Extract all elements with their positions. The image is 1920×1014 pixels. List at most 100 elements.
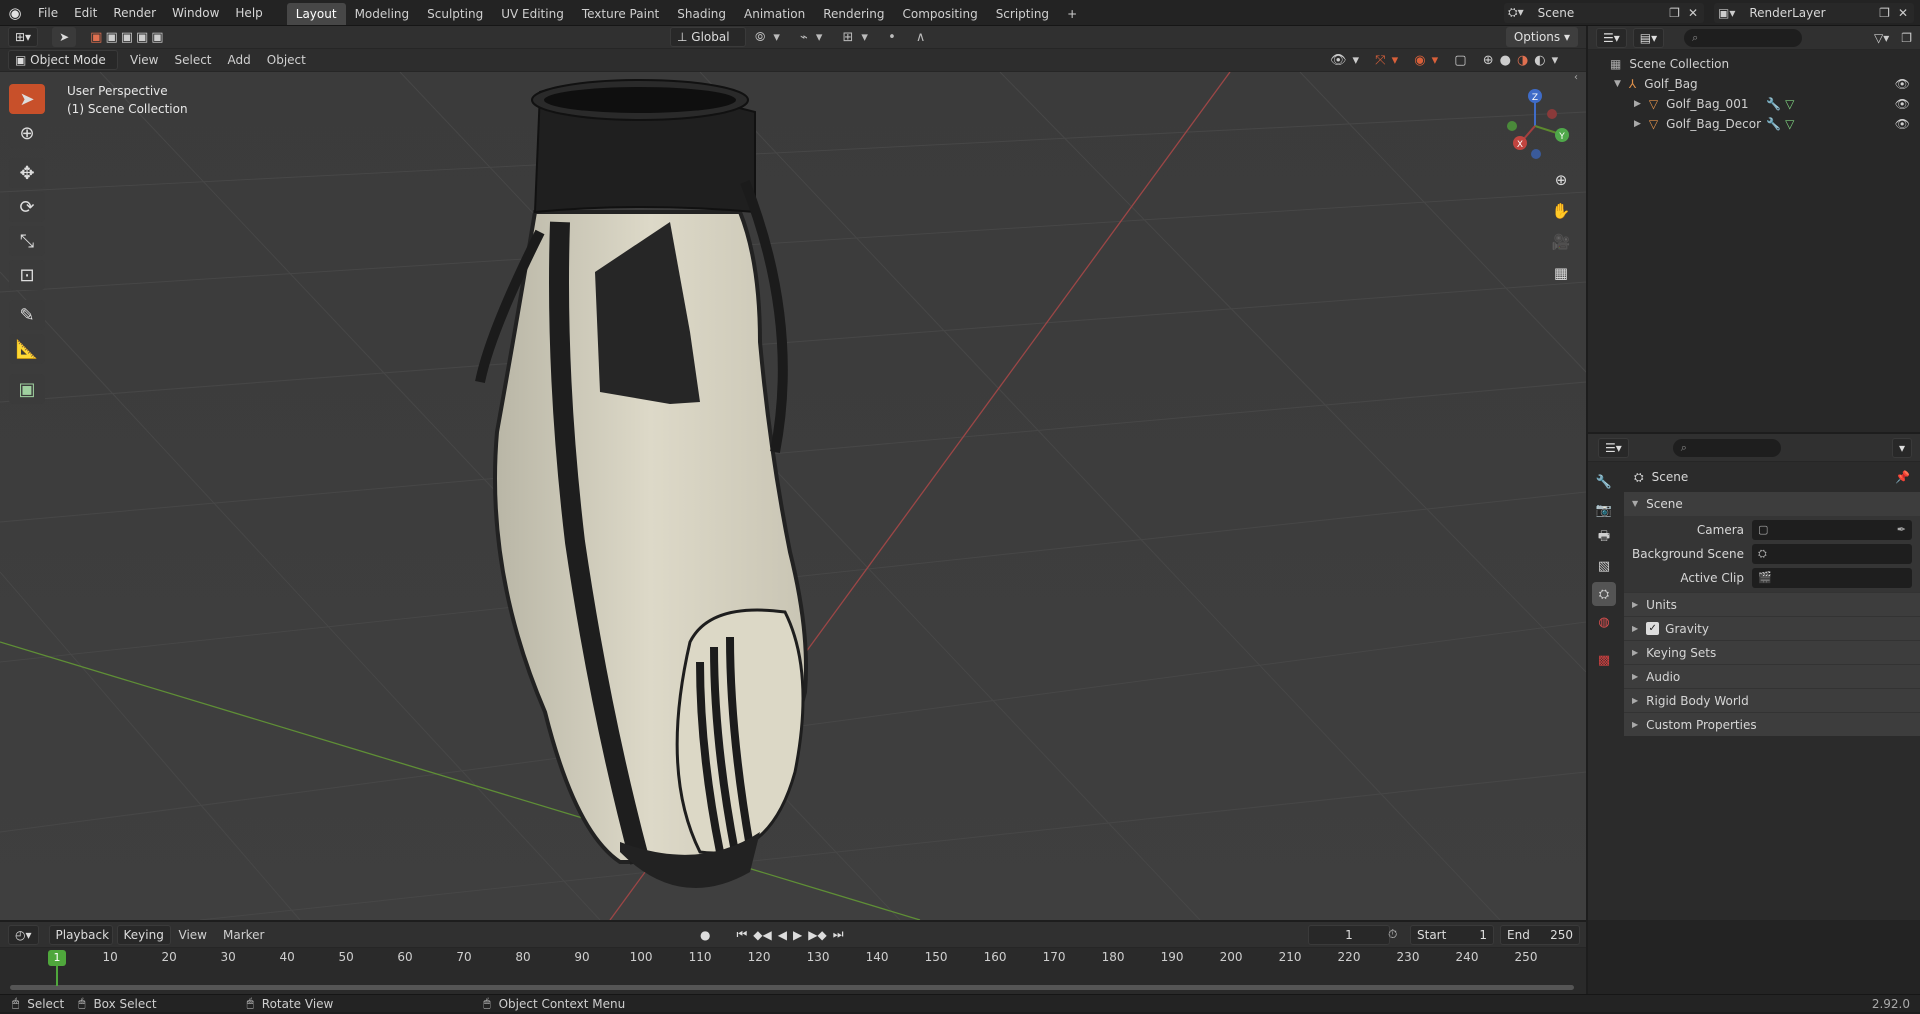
ortho-grid-icon[interactable]: ▦ bbox=[1548, 260, 1574, 286]
gravity-panel[interactable]: ▶ ✓ Gravity bbox=[1624, 616, 1920, 640]
pan-hand-icon[interactable]: ✋ bbox=[1548, 198, 1574, 224]
play-reverse-icon[interactable]: ◀ bbox=[778, 928, 787, 942]
measure-tool[interactable]: 📐 bbox=[9, 334, 45, 364]
camera-field[interactable]: ▢ ✒ bbox=[1752, 520, 1912, 540]
output-tab-icon[interactable]: 🖶 bbox=[1592, 526, 1616, 550]
menu-add[interactable]: Add bbox=[220, 50, 259, 70]
new-collection-icon[interactable]: ❐ bbox=[1901, 31, 1912, 45]
navigation-gizmo[interactable]: Z Y X bbox=[1490, 86, 1580, 166]
render-tab-icon[interactable]: 📷 bbox=[1592, 498, 1616, 522]
tab-sculpting[interactable]: Sculpting bbox=[418, 3, 492, 25]
play-icon[interactable]: ▶ bbox=[793, 928, 802, 942]
tab-modeling[interactable]: Modeling bbox=[346, 3, 419, 25]
select-box-tool[interactable]: ➤ bbox=[9, 84, 45, 114]
view-layer-selector[interactable]: ▣▾ RenderLayer ❐ ✕ bbox=[1714, 2, 1914, 23]
timeline-menu-marker[interactable]: Marker bbox=[215, 925, 272, 945]
expand-arrow-icon[interactable]: ▶ bbox=[1634, 114, 1641, 134]
scene-tab-icon[interactable]: ⛭ bbox=[1592, 582, 1616, 606]
current-frame-field[interactable]: 1 bbox=[1308, 924, 1390, 945]
sidebar-toggle-icon[interactable]: ‹ bbox=[1574, 72, 1578, 83]
menu-object[interactable]: Object bbox=[259, 50, 314, 70]
move-tool[interactable]: ✥ bbox=[9, 158, 45, 188]
tool-tab-icon[interactable]: 🔧 bbox=[1592, 470, 1616, 494]
zoom-icon[interactable]: ⊕ bbox=[1548, 167, 1574, 193]
custom-properties-panel[interactable]: ▶ Custom Properties bbox=[1624, 712, 1920, 736]
menu-render[interactable]: Render bbox=[105, 0, 164, 26]
timeline-menu-view[interactable]: View bbox=[171, 925, 215, 945]
filter-icon[interactable]: ▽▾ bbox=[1874, 31, 1889, 45]
tab-scripting[interactable]: Scripting bbox=[987, 3, 1058, 25]
shading-rendered-icon[interactable]: ◐▾ bbox=[1534, 53, 1564, 68]
view-layer-tab-icon[interactable]: ▧ bbox=[1592, 554, 1616, 578]
eye-icon[interactable]: 👁 bbox=[1895, 114, 1910, 134]
visibility-icon[interactable]: 👁▾ bbox=[1330, 53, 1365, 68]
shading-material-icon[interactable]: ◑ bbox=[1517, 53, 1534, 68]
outliner-root[interactable]: ▦ Scene Collection bbox=[1588, 54, 1920, 74]
record-icon[interactable]: ● bbox=[700, 928, 710, 942]
add-cube-tool[interactable]: ▣ bbox=[9, 374, 45, 404]
tab-animation[interactable]: Animation bbox=[735, 3, 814, 25]
texture-tab-icon[interactable]: ▩ bbox=[1592, 648, 1616, 672]
playback-dropdown[interactable]: Playback ▾ bbox=[48, 924, 113, 960]
eye-icon[interactable]: 👁 bbox=[1895, 74, 1910, 94]
jump-end-icon[interactable]: ⏭ bbox=[833, 927, 844, 942]
tab-texture-paint[interactable]: Texture Paint bbox=[573, 3, 668, 25]
outliner-item-golf-bag-decor[interactable]: ▶ ▽ Golf_Bag_Decor 🔧 ▽ 👁 bbox=[1588, 114, 1920, 134]
next-keyframe-icon[interactable]: ▶◆ bbox=[808, 928, 826, 942]
object-mode-dropdown[interactable]: ▣ Object Mode ▾ bbox=[8, 50, 118, 85]
delete-layer-icon[interactable]: ✕ bbox=[1898, 6, 1908, 20]
tab-rendering[interactable]: Rendering bbox=[814, 3, 893, 25]
outliner-editor-type-icon[interactable]: ☰▾ bbox=[1596, 27, 1627, 48]
background-scene-field[interactable]: ⛭ bbox=[1752, 544, 1912, 564]
viewport-shading-icons[interactable]: 👁▾ ⤧▾ ◉▾ ▢ ⊕●◑◐▾ bbox=[1330, 53, 1564, 68]
transform-tool[interactable]: ⊡ bbox=[9, 260, 45, 290]
menu-window[interactable]: Window bbox=[164, 0, 227, 26]
selection-mode-icons[interactable]: ▣▣▣▣▣ bbox=[90, 30, 166, 45]
properties-search-input[interactable]: ⌕ bbox=[1672, 438, 1781, 457]
pin-icon[interactable]: 📌 bbox=[1895, 470, 1910, 484]
audio-panel[interactable]: ▶ Audio bbox=[1624, 664, 1920, 688]
overlay-toggle-icon[interactable]: ◉▾ bbox=[1414, 53, 1444, 68]
transform-orientation-dropdown[interactable]: ⊥ Global ▾ bbox=[670, 27, 746, 62]
rigid-body-world-panel[interactable]: ▶ Rigid Body World bbox=[1624, 688, 1920, 712]
add-workspace-button[interactable]: + bbox=[1058, 3, 1086, 25]
world-tab-icon[interactable]: ◍ bbox=[1592, 610, 1616, 634]
blender-logo-icon[interactable]: ◉ bbox=[0, 4, 30, 22]
expand-arrow-icon[interactable]: ▶ bbox=[1634, 94, 1641, 114]
properties-editor-type-icon[interactable]: ☰▾ bbox=[1598, 437, 1629, 458]
shading-wireframe-icon[interactable]: ⊕ bbox=[1483, 53, 1500, 68]
eyedropper-icon[interactable]: ✒ bbox=[1897, 518, 1906, 542]
menu-help[interactable]: Help bbox=[227, 0, 270, 26]
cursor-tool[interactable]: ⊕ bbox=[9, 118, 45, 148]
xray-icon[interactable]: ▢ bbox=[1454, 53, 1472, 68]
tab-compositing[interactable]: Compositing bbox=[893, 3, 986, 25]
scene-selector[interactable]: ⛭▾ Scene ❐ ✕ bbox=[1504, 2, 1704, 23]
menu-view[interactable]: View bbox=[122, 50, 166, 70]
prev-keyframe-icon[interactable]: ◆◀ bbox=[753, 928, 771, 942]
options-button[interactable]: Options ▾ bbox=[1505, 27, 1578, 47]
timeline-scrollbar[interactable] bbox=[10, 985, 1574, 990]
tab-shading[interactable]: Shading bbox=[668, 3, 735, 25]
preview-range-icon[interactable]: ⏱ bbox=[1388, 927, 1397, 942]
pivot-snap-icons[interactable]: ⦾▾ ⌁▾ ⊞▾ • ∧ bbox=[755, 30, 933, 45]
3d-viewport[interactable]: User Perspective (1) Scene Collection ➤ … bbox=[0, 72, 1586, 920]
editor-type-icon[interactable]: ⊞▾ bbox=[8, 27, 39, 47]
gravity-checkbox[interactable]: ✓ bbox=[1646, 622, 1660, 635]
keying-dropdown[interactable]: Keying ▾ bbox=[116, 924, 171, 960]
outliner-item-golf-bag[interactable]: ▼ ⅄ Golf_Bag 👁 bbox=[1588, 74, 1920, 94]
eye-icon[interactable]: 👁 bbox=[1895, 94, 1910, 114]
tab-uv-editing[interactable]: UV Editing bbox=[492, 3, 573, 25]
menu-select[interactable]: Select bbox=[166, 50, 219, 70]
new-scene-icon[interactable]: ❐ bbox=[1669, 6, 1680, 20]
shading-solid-icon[interactable]: ● bbox=[1500, 53, 1517, 68]
end-frame-field[interactable]: End 250 bbox=[1500, 924, 1580, 945]
timeline-editor-type-icon[interactable]: ◴▾ bbox=[8, 924, 39, 945]
delete-scene-icon[interactable]: ✕ bbox=[1688, 6, 1698, 20]
properties-options-icon[interactable]: ▾ bbox=[1891, 437, 1912, 458]
menu-edit[interactable]: Edit bbox=[66, 0, 105, 26]
playhead[interactable]: 1 bbox=[48, 950, 66, 966]
tab-layout[interactable]: Layout bbox=[286, 2, 346, 25]
scene-panel-header[interactable]: ▼ Scene bbox=[1624, 492, 1920, 516]
camera-view-icon[interactable]: 🎥 bbox=[1548, 229, 1574, 255]
expand-arrow-icon[interactable]: ▼ bbox=[1614, 74, 1621, 94]
